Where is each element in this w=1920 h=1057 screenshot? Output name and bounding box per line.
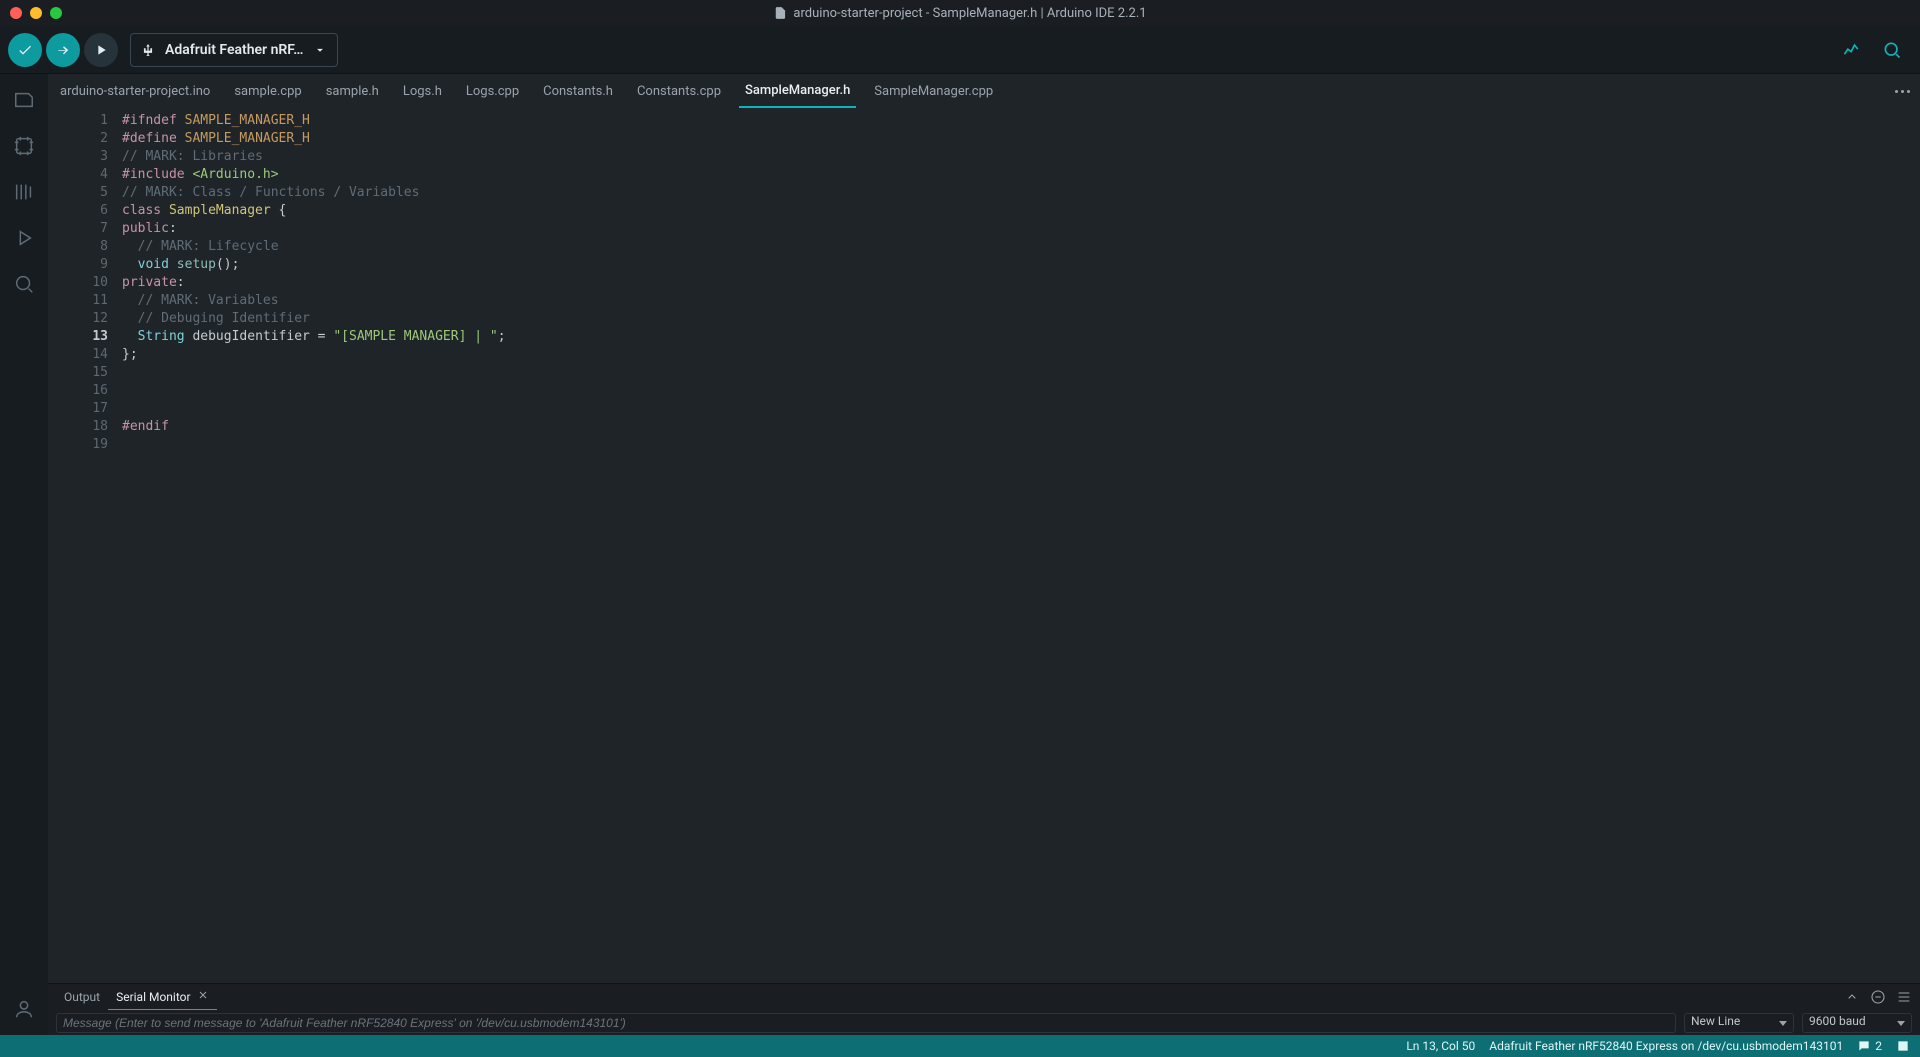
- editor-tab[interactable]: sample.h: [320, 74, 385, 108]
- file-icon: [773, 6, 787, 20]
- panel-tab[interactable]: Serial Monitor: [108, 984, 216, 1010]
- board-port-status[interactable]: Adafruit Feather nRF52840 Express on /de…: [1489, 1039, 1843, 1053]
- panel-options-button[interactable]: [1896, 989, 1912, 1005]
- baud-rate-select[interactable]: 9600 baud: [1802, 1013, 1912, 1033]
- window-controls: [10, 7, 62, 19]
- bottom-panel: OutputSerial Monitor New Line 9600 baud: [48, 983, 1920, 1035]
- board-selector[interactable]: Adafruit Feather nRF…: [130, 33, 338, 67]
- editor-tab[interactable]: SampleManager.h: [739, 74, 856, 108]
- line-ending-select[interactable]: New Line: [1684, 1013, 1794, 1033]
- close-panel-button[interactable]: [1896, 1039, 1910, 1053]
- code-editor[interactable]: 12345678910111213141516171819 #ifndef SA…: [48, 108, 1920, 983]
- editor-tab[interactable]: Constants.cpp: [631, 74, 727, 108]
- serial-plotter-button[interactable]: [1838, 36, 1866, 64]
- editor-tab[interactable]: Logs.cpp: [460, 74, 525, 108]
- notifications-button[interactable]: 2: [1857, 1039, 1882, 1053]
- panel-tabbar: OutputSerial Monitor: [48, 984, 1920, 1010]
- serial-input-row: New Line 9600 baud: [48, 1010, 1920, 1035]
- cursor-position[interactable]: Ln 13, Col 50: [1406, 1039, 1475, 1053]
- titlebar: arduino-starter-project - SampleManager.…: [0, 0, 1920, 26]
- serial-monitor-button[interactable]: [1878, 36, 1906, 64]
- close-icon[interactable]: [197, 989, 209, 1004]
- editor-tab[interactable]: Constants.h: [537, 74, 619, 108]
- status-bar: Ln 13, Col 50 Adafruit Feather nRF52840 …: [0, 1035, 1920, 1057]
- tabbar-overflow-button[interactable]: [1895, 90, 1910, 93]
- clear-output-button[interactable]: [1870, 989, 1886, 1005]
- chevron-down-icon: [313, 43, 327, 57]
- panel-toggle-button[interactable]: [1844, 989, 1860, 1005]
- serial-message-input[interactable]: [56, 1013, 1676, 1033]
- close-window-button[interactable]: [10, 7, 22, 19]
- verify-button[interactable]: [8, 33, 42, 67]
- account-icon[interactable]: [12, 997, 36, 1021]
- activity-bar: [0, 74, 48, 1035]
- panel-tab[interactable]: Output: [56, 984, 108, 1010]
- usb-icon: [141, 43, 155, 57]
- debug-panel-icon[interactable]: [12, 226, 36, 250]
- minimize-window-button[interactable]: [30, 7, 42, 19]
- editor-tab[interactable]: sample.cpp: [228, 74, 307, 108]
- line-gutter: 12345678910111213141516171819: [48, 108, 118, 983]
- search-icon[interactable]: [12, 272, 36, 296]
- board-name: Adafruit Feather nRF…: [165, 42, 303, 58]
- code-content[interactable]: #ifndef SAMPLE_MANAGER_H#define SAMPLE_M…: [118, 108, 1920, 983]
- maximize-window-button[interactable]: [50, 7, 62, 19]
- boards-manager-icon[interactable]: [12, 134, 36, 158]
- editor-tabbar: arduino-starter-project.ino sample.cpp sam…: [48, 74, 1920, 108]
- editor-tab[interactable]: SampleManager.cpp: [868, 74, 999, 108]
- upload-button[interactable]: [46, 33, 80, 67]
- toolbar: Adafruit Feather nRF…: [0, 26, 1920, 74]
- window-title: arduino-starter-project - SampleManager.…: [773, 6, 1146, 21]
- sketchbook-icon[interactable]: [12, 88, 36, 112]
- library-manager-icon[interactable]: [12, 180, 36, 204]
- debug-button[interactable]: [84, 33, 118, 67]
- editor-tab[interactable]: arduino-starter-project.ino: [54, 74, 216, 108]
- editor-tab[interactable]: Logs.h: [397, 74, 448, 108]
